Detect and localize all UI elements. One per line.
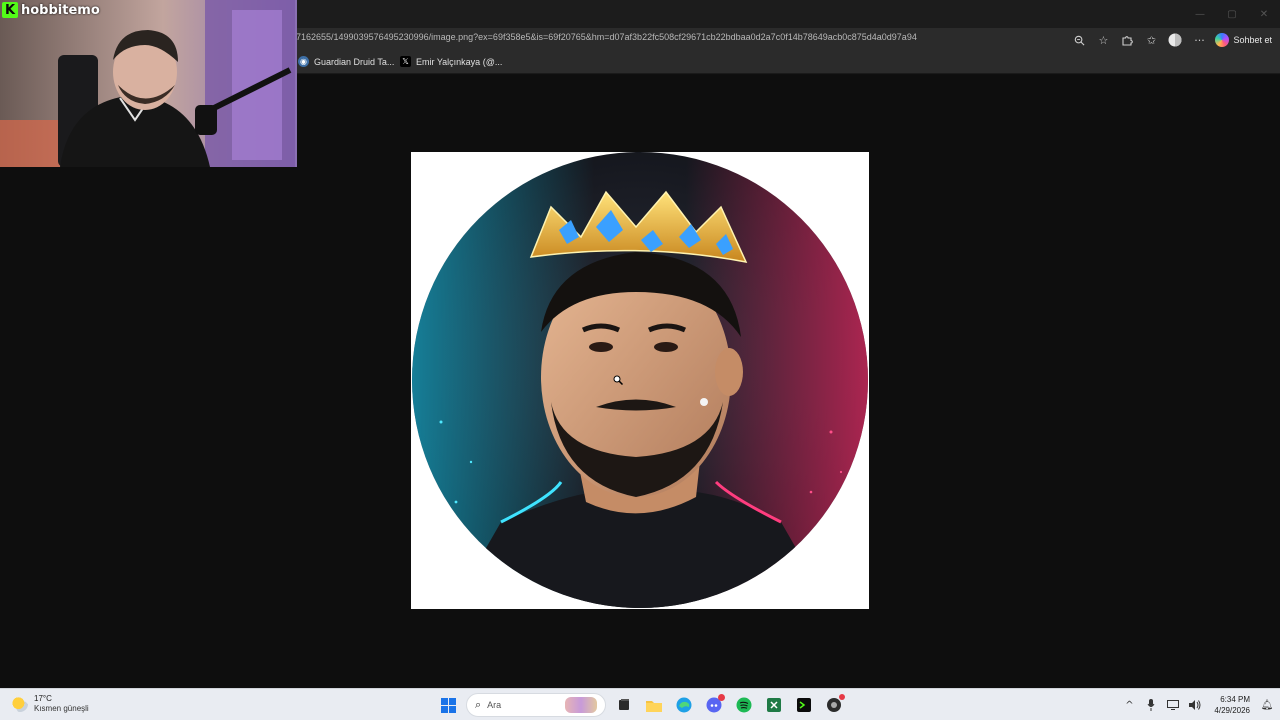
excel-icon[interactable]: [762, 693, 786, 717]
globe-icon: ◉: [298, 56, 309, 67]
bookmark-emir-yalcinkaya[interactable]: 𝕏 Emir Yalçınkaya (@...: [400, 56, 502, 67]
minimize-button[interactable]: —: [1184, 0, 1216, 28]
system-tray: ^ 6:34 PM 4/29/2026 🔔︎: [1120, 693, 1274, 717]
weather-widget[interactable]: 17°C Kısmen güneşli: [12, 694, 89, 714]
notification-badge: [839, 694, 845, 700]
image-frame[interactable]: [411, 152, 869, 609]
copilot-label: Sohbet et: [1233, 35, 1272, 45]
terminal-icon[interactable]: [792, 693, 816, 717]
copilot-chat-button[interactable]: Sohbet et: [1211, 28, 1280, 52]
clock-time: 6:34 PM: [1220, 695, 1250, 704]
notification-badge: [718, 694, 725, 701]
weather-partly-sunny-icon: [12, 696, 28, 712]
webcam-overlay: K hobbitemo: [0, 0, 297, 167]
extensions-icon[interactable]: [1115, 28, 1139, 52]
weather-desc: Kısmen güneşli: [34, 704, 89, 713]
maximize-button[interactable]: ▢: [1216, 0, 1248, 28]
streamer-name-tag: K hobbitemo: [2, 2, 100, 18]
discord-icon[interactable]: [702, 693, 726, 717]
avatar-image: [412, 152, 868, 608]
bookmark-label: Emir Yalçınkaya (@...: [416, 56, 503, 67]
search-icon: ⌕: [475, 698, 482, 711]
window-controls: — ▢ ✕: [1184, 0, 1280, 28]
favorite-star-icon[interactable]: ☆: [1091, 28, 1115, 52]
notification-bell-icon[interactable]: 🔔︎: [1260, 698, 1274, 712]
bookmark-label: Guardian Druid Ta...: [314, 56, 395, 67]
kick-logo-icon: K: [2, 2, 18, 18]
webcam-feed: [0, 0, 297, 167]
taskbar-search[interactable]: ⌕ Ara: [466, 693, 606, 717]
bookmark-guardian-druid[interactable]: ◉ Guardian Druid Ta...: [298, 56, 394, 67]
streamer-name: hobbitemo: [21, 2, 100, 18]
edge-icon[interactable]: [672, 693, 696, 717]
microphone-icon[interactable]: [1142, 693, 1160, 717]
taskbar: 17°C Kısmen güneşli ⌕ Ara ^ 6:34 PM 4/29…: [0, 688, 1280, 720]
chevron-up-icon[interactable]: ^: [1120, 693, 1138, 717]
url-field[interactable]: 7162655/1499039576495230996/image.png?ex…: [296, 32, 917, 42]
close-button[interactable]: ✕: [1248, 0, 1280, 28]
copilot-icon: [1215, 33, 1230, 47]
zoom-icon[interactable]: [1067, 28, 1091, 52]
favorites-list-icon[interactable]: ✩: [1139, 28, 1163, 52]
zoom-cursor-icon: [613, 375, 624, 388]
x-logo-icon: 𝕏: [400, 56, 411, 67]
clock-date: 4/29/2026: [1214, 706, 1250, 715]
start-icon[interactable]: [436, 693, 460, 717]
weather-temp: 17°C: [34, 694, 52, 703]
volume-icon[interactable]: [1186, 693, 1204, 717]
search-highlight-image: [565, 697, 597, 713]
search-placeholder: Ara: [487, 700, 502, 710]
network-icon[interactable]: [1164, 693, 1182, 717]
more-menu-icon[interactable]: ···: [1187, 28, 1211, 52]
address-bar-actions: ☆ ✩ ··· Sohbet et: [1067, 28, 1280, 52]
file-explorer-icon[interactable]: [642, 693, 666, 717]
app-icon[interactable]: [822, 693, 846, 717]
task-view-icon[interactable]: [612, 693, 636, 717]
spotify-icon[interactable]: [732, 693, 756, 717]
clock[interactable]: 6:34 PM 4/29/2026: [1208, 694, 1256, 716]
profile-avatar[interactable]: [1163, 28, 1187, 52]
taskbar-apps: ⌕ Ara: [436, 693, 846, 717]
